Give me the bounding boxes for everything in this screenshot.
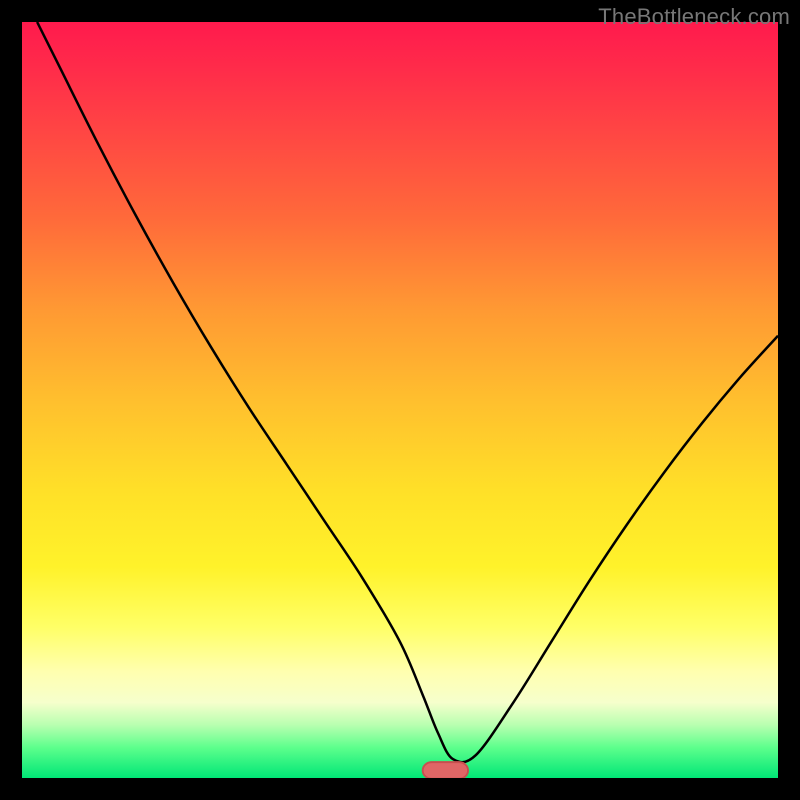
curve-layer [22, 22, 778, 778]
optimum-marker [423, 762, 468, 778]
chart-frame: TheBottleneck.com [0, 0, 800, 800]
plot-area [22, 22, 778, 778]
watermark-text: TheBottleneck.com [598, 4, 790, 30]
bottleneck-curve [37, 22, 778, 762]
